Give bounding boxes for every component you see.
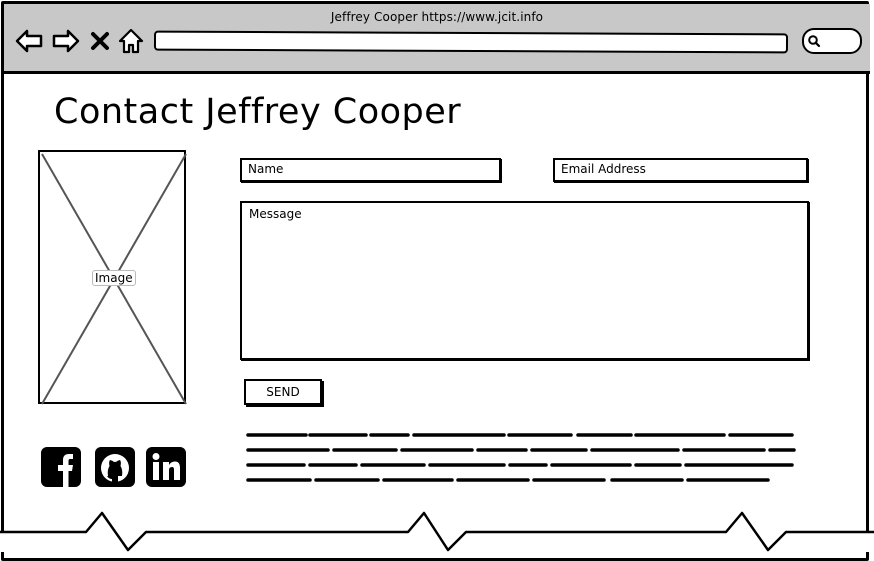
image-placeholder-label: Image xyxy=(92,270,136,286)
browser-chrome: Jeffrey Cooper https://www.jcit.info xyxy=(4,4,870,74)
back-arrow-icon[interactable] xyxy=(14,26,44,56)
window-title: Jeffrey Cooper https://www.jcit.info xyxy=(330,10,544,24)
github-icon[interactable] xyxy=(94,446,136,488)
close-x-icon[interactable] xyxy=(89,26,111,56)
home-icon[interactable] xyxy=(116,26,146,56)
send-button[interactable]: SEND xyxy=(244,379,322,405)
email-address-input[interactable]: Email Address xyxy=(553,158,808,182)
message-textarea[interactable]: Message xyxy=(240,201,809,360)
forward-arrow-icon[interactable] xyxy=(51,26,81,56)
facebook-icon[interactable] xyxy=(40,446,82,488)
linkedin-icon[interactable] xyxy=(145,446,187,488)
address-bar[interactable] xyxy=(153,30,789,54)
page-title: Contact Jeffrey Cooper xyxy=(54,92,462,132)
image-placeholder: Image xyxy=(38,150,187,405)
search-icon xyxy=(808,35,821,48)
browser-search-box[interactable] xyxy=(802,28,862,54)
name-input[interactable]: Name xyxy=(240,158,501,182)
lorem-ipsum-text-block xyxy=(246,433,796,482)
page-cut-edge xyxy=(0,511,874,552)
